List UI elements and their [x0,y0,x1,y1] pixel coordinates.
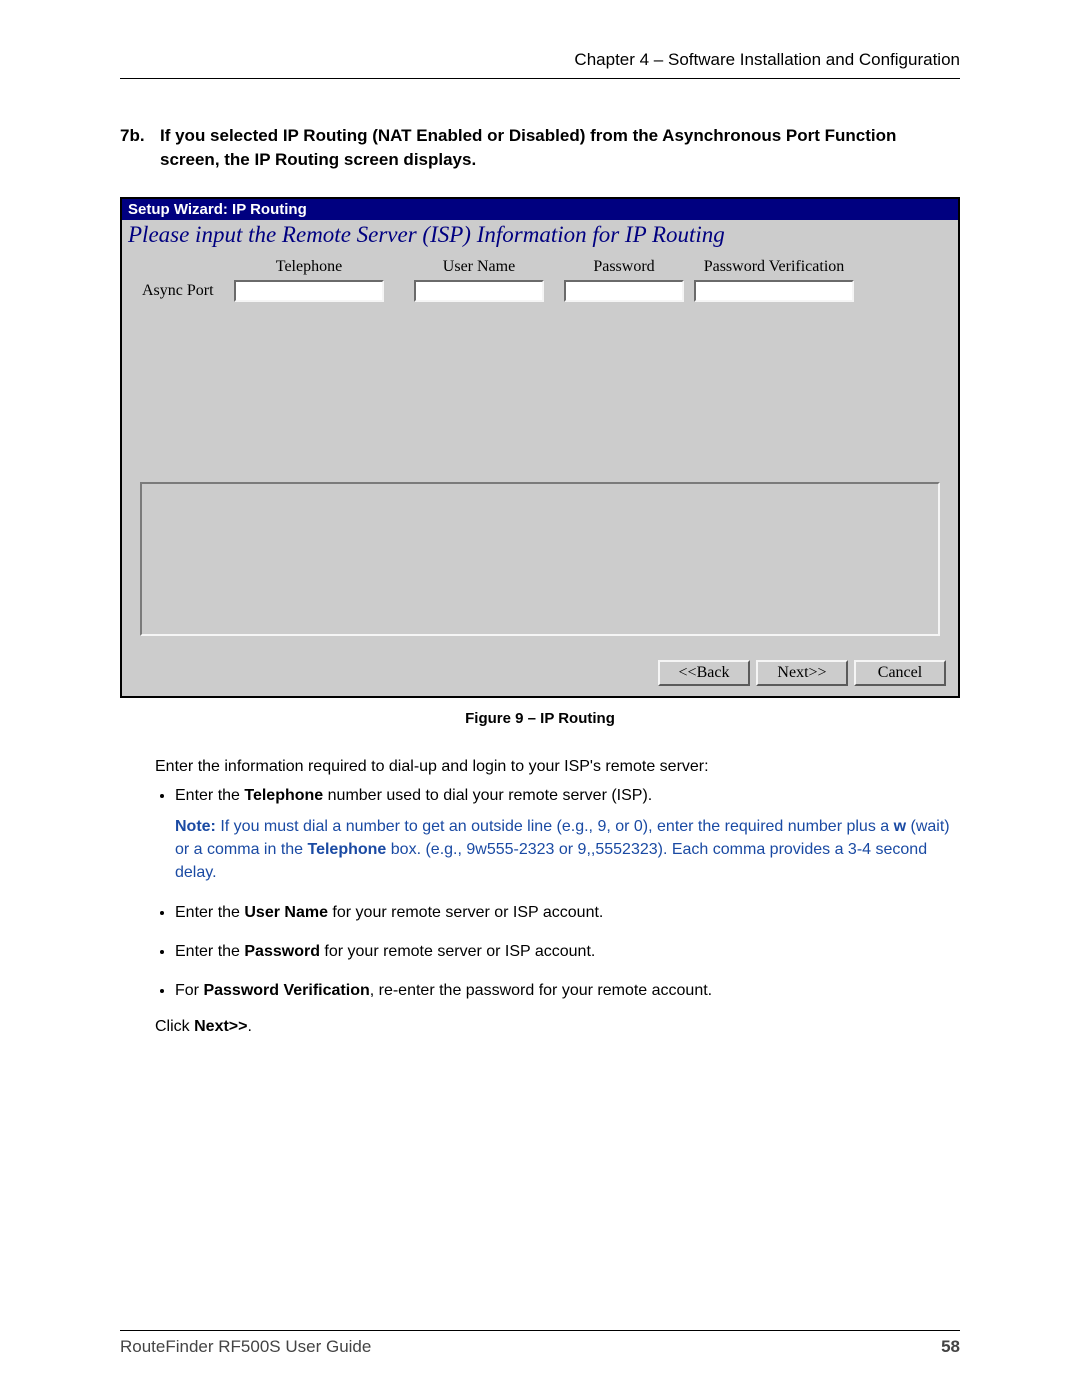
back-button[interactable]: <<Back [658,660,750,686]
final-instruction: Click Next>>. [155,1018,960,1036]
wizard-subtitle: Please input the Remote Server (ISP) Inf… [122,220,958,254]
wizard-title: Setup Wizard: IP Routing [122,199,958,220]
cancel-button[interactable]: Cancel [854,660,946,686]
list-item: Enter the Telephone number used to dial … [175,784,960,885]
footer-page-number: 58 [941,1337,960,1357]
b1-pre: Enter the [175,787,244,804]
footer-guide: RouteFinder RF500S User Guide [120,1337,371,1357]
page-footer: RouteFinder RF500S User Guide 58 [120,1330,960,1357]
b4-pre: For [175,982,203,999]
password-input[interactable] [564,280,684,302]
step-text: If you selected IP Routing (NAT Enabled … [160,124,960,172]
wizard-window: Setup Wizard: IP Routing Please input th… [120,197,960,698]
note-pre: If you must dial a number to get an outs… [216,818,894,835]
header-password-verification: Password Verification [694,258,854,276]
field-headers-row: Telephone User Name Password Password Ve… [134,258,946,276]
header-password: Password [564,258,684,276]
step-7b: 7b. If you selected IP Routing (NAT Enab… [120,124,960,172]
figure-caption: Figure 9 – IP Routing [120,710,960,727]
header-user-name: User Name [414,258,544,276]
b1-bold: Telephone [244,787,323,804]
note-label: Note: [175,818,216,835]
b1-post: number used to dial your remote server (… [323,787,652,804]
wizard-footer: <<Back Next>> Cancel [122,654,958,696]
b2-bold: User Name [244,904,328,921]
b4-post: , re-enter the password for your remote … [370,982,712,999]
final-post: . [247,1018,251,1035]
wizard-body: Telephone User Name Password Password Ve… [122,254,958,654]
b3-pre: Enter the [175,943,244,960]
header-telephone: Telephone [234,258,384,276]
note-w: w [894,818,906,835]
chapter-header: Chapter 4 – Software Installation and Co… [120,50,960,79]
final-bold: Next>> [194,1018,247,1035]
sunken-panel [140,482,940,636]
instruction-list: Enter the Telephone number used to dial … [120,784,960,1002]
next-button[interactable]: Next>> [756,660,848,686]
b2-pre: Enter the [175,904,244,921]
list-item: Enter the Password for your remote serve… [175,940,960,963]
b2-post: for your remote server or ISP account. [328,904,603,921]
user-name-input[interactable] [414,280,544,302]
note-tel: Telephone [308,841,387,858]
b4-bold: Password Verification [203,982,369,999]
list-item: Enter the User Name for your remote serv… [175,901,960,924]
row-label-async-port: Async Port [134,282,234,300]
note-block: Note: If you must dial a number to get a… [175,815,960,885]
header-spacer [134,258,234,276]
password-verification-input[interactable] [694,280,854,302]
final-pre: Click [155,1018,194,1035]
step-number: 7b. [120,124,160,172]
intro-text: Enter the information required to dial-u… [155,755,960,778]
async-port-row: Async Port [134,280,946,302]
telephone-input[interactable] [234,280,384,302]
list-item: For Password Verification, re-enter the … [175,979,960,1002]
page-container: Chapter 4 – Software Installation and Co… [0,0,1080,1397]
b3-bold: Password [244,943,320,960]
b3-post: for your remote server or ISP account. [320,943,595,960]
